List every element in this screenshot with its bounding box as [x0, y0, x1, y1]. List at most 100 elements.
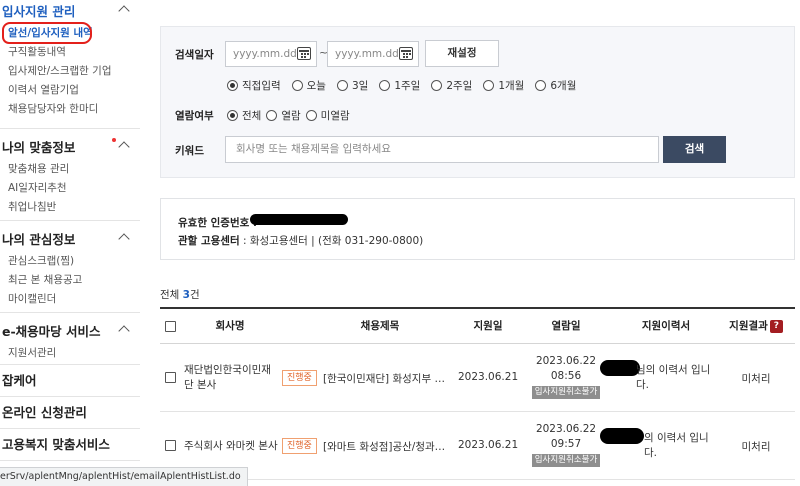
sidebar-item-offers[interactable]: 입사제안/스크랩한 기업 — [0, 62, 140, 81]
read-date-cell: 2023.06.22 08:56 입사지원취소불가 — [520, 354, 612, 399]
read-date: 2023.06.22 — [535, 423, 597, 435]
status-badge: 진행중 — [282, 438, 317, 454]
read-radio-all[interactable]: 전체 — [227, 108, 261, 123]
radio-circle[interactable] — [379, 80, 391, 91]
table-row: 재단법인한국이민재단 본사 진행중 [한국이민재단] 화성지부 매… 2023.… — [160, 344, 795, 412]
search-panel: 검색일자 yyyy.mm.dd ~ yyyy.mm.dd 재설정 직접입력 오늘… — [160, 26, 795, 178]
cancel-unavailable-tag: 입사지원취소불가 — [531, 454, 601, 467]
sidebar-item-ai-recommend[interactable]: AI일자리추천 — [0, 179, 140, 198]
sidebar-section-title[interactable]: 잡케어 — [0, 369, 140, 393]
company-name[interactable]: 주식회사 와마켓 본사 — [184, 439, 284, 454]
table-header: 회사명 채용제목 지원일 열람일 지원이력서 지원결과? — [160, 307, 795, 344]
radio-label: 1개월 — [498, 80, 525, 92]
radio-circle[interactable] — [266, 110, 278, 121]
period-radio-2weeks[interactable]: 2주일 — [431, 78, 472, 93]
sidebar-item-custom-jobs[interactable]: 맞춤채용 관리 — [0, 160, 140, 179]
col-result-label: 지원결과 — [729, 320, 768, 332]
row-checkbox[interactable] — [165, 372, 176, 383]
radio-circle[interactable] — [535, 80, 547, 91]
reset-button[interactable]: 재설정 — [425, 40, 499, 67]
keyword-label: 키워드 — [175, 145, 204, 157]
radio-label: 전체 — [242, 110, 262, 122]
status-bar-url: erSrv/aplentMng/aplentHist/emailAplentHi… — [0, 467, 248, 486]
help-icon[interactable]: ? — [769, 319, 783, 333]
resume-link[interactable]: 의 이력서 입니다. — [616, 431, 716, 461]
sidebar-item-calendar[interactable]: 마이캘린더 — [0, 290, 140, 309]
radio-circle[interactable] — [305, 110, 317, 121]
col-result: 지원결과? — [716, 309, 796, 344]
radio-label: 2주일 — [446, 80, 473, 92]
job-title-link[interactable]: [와마트 화성점]공산/청과 … — [323, 439, 448, 454]
sidebar-item-scrap[interactable]: 관심스크랩(찜) — [0, 252, 140, 271]
col-resume: 지원이력서 — [641, 320, 691, 332]
radio-label: 3일 — [351, 80, 369, 92]
read-date-cell: 2023.06.22 09:57 입사지원취소불가 — [520, 422, 612, 467]
date-label: 검색일자 — [175, 49, 214, 61]
radio-circle[interactable] — [431, 80, 443, 91]
center-line: 관할 고용센터 : 화성고용센터 | (전화 031-290-0800) — [178, 233, 423, 248]
radio-circle[interactable] — [291, 80, 303, 91]
search-button[interactable]: 검색 — [663, 136, 726, 163]
radio-circle[interactable] — [483, 80, 495, 91]
radio-circle[interactable] — [336, 80, 348, 91]
sidebar-section-custom-info: 나의 맞춤정보 맞춤채용 관리 AI일자리추천 취업나침반 — [0, 129, 140, 221]
apply-date: 2023.06.21 — [458, 371, 519, 383]
sidebar-item-job-activity[interactable]: 구직활동내역 — [0, 43, 140, 62]
radio-label: 1주일 — [394, 80, 421, 92]
radio-circle[interactable] — [227, 80, 238, 91]
sidebar-item-application-forms[interactable]: 지원서관리 — [0, 344, 140, 363]
resume-link[interactable]: 님의 이력서 입니다. — [616, 363, 716, 393]
col-title: 채용제목 — [360, 320, 400, 332]
col-read-date: 열람일 — [551, 320, 581, 332]
read-radio-group: 전체 열람 미열람 — [227, 108, 355, 123]
keyword-placeholder: 회사명 또는 채용제목을 입력하세요 — [236, 143, 391, 155]
period-radio-group: 직접입력 오늘 3일 1주일 2주일 1개월 6개월 — [227, 78, 587, 93]
period-radio-1week[interactable]: 1주일 — [379, 78, 420, 93]
count-prefix: 전체 — [160, 289, 183, 301]
company-name[interactable]: 재단법인한국이민재단 본사 — [184, 363, 276, 393]
period-radio-custom[interactable]: 직접입력 — [227, 78, 281, 93]
new-dot-icon — [112, 138, 116, 142]
period-radio-1month[interactable]: 1개월 — [483, 78, 524, 93]
table-row: 주식회사 와마켓 본사 진행중 [와마트 화성점]공산/청과 … 2023.06… — [160, 412, 795, 480]
end-date-input[interactable]: yyyy.mm.dd — [327, 41, 419, 67]
sidebar-section-title[interactable]: 고용복지 맞춤서비스 — [0, 433, 140, 457]
period-radio-6months[interactable]: 6개월 — [535, 78, 576, 93]
read-time: 09:57 — [550, 438, 582, 450]
calendar-icon[interactable] — [399, 47, 413, 60]
read-time: 08:56 — [550, 370, 582, 382]
keyword-input[interactable]: 회사명 또는 채용제목을 입력하세요 — [225, 136, 659, 163]
period-radio-3days[interactable]: 3일 — [336, 78, 369, 93]
calendar-icon[interactable] — [297, 47, 311, 60]
read-radio-read[interactable]: 열람 — [266, 108, 301, 123]
sidebar-item-recruiter-message[interactable]: 채용담당자와 한마디 — [0, 100, 140, 119]
period-radio-today[interactable]: 오늘 — [291, 78, 326, 93]
radio-label: 6개월 — [550, 80, 577, 92]
center-label: 관할 고용센터 — [178, 235, 240, 247]
count-suffix: 건 — [189, 289, 200, 301]
highlight-circle — [2, 22, 92, 44]
resume-text: 님의 이력서 입니다. — [636, 364, 711, 391]
read-radio-unread[interactable]: 미열람 — [305, 108, 350, 123]
resume-text: 의 이력서 입니다. — [644, 432, 709, 459]
job-title-link[interactable]: [한국이민재단] 화성지부 매… — [323, 371, 448, 386]
row-checkbox[interactable] — [165, 440, 176, 451]
redaction-mark — [250, 214, 348, 225]
sidebar-section-e-recruit: e-채용마당 서비스 지원서관리 — [0, 313, 140, 365]
start-date-input[interactable]: yyyy.mm.dd — [225, 41, 317, 67]
radio-label: 미열람 — [320, 110, 350, 122]
radio-circle[interactable] — [227, 110, 238, 121]
sidebar-item-compass[interactable]: 취업나침반 — [0, 198, 140, 217]
sidebar-item-recent-jobs[interactable]: 최근 본 채용공고 — [0, 271, 140, 290]
sidebar-item-resume-views[interactable]: 이력서 열람기업 — [0, 81, 140, 100]
result-status: 미처리 — [741, 373, 771, 385]
cert-label: 유효한 인증번호 : — [178, 217, 258, 229]
select-all-checkbox[interactable] — [165, 321, 176, 332]
radio-label: 직접입력 — [242, 80, 281, 92]
cert-number-line: 유효한 인증번호 : — [178, 215, 257, 230]
sidebar-section-online-apply: 온라인 신청관리 — [0, 397, 140, 429]
sidebar-section-title[interactable]: 온라인 신청관리 — [0, 401, 140, 425]
radio-label: 오늘 — [306, 80, 326, 92]
sidebar: 입사지원 관리 알선/입사지원 내역 구직활동내역 입사제안/스크랩한 기업 이… — [0, 0, 140, 486]
start-date-placeholder: yyyy.mm.dd — [233, 48, 297, 60]
